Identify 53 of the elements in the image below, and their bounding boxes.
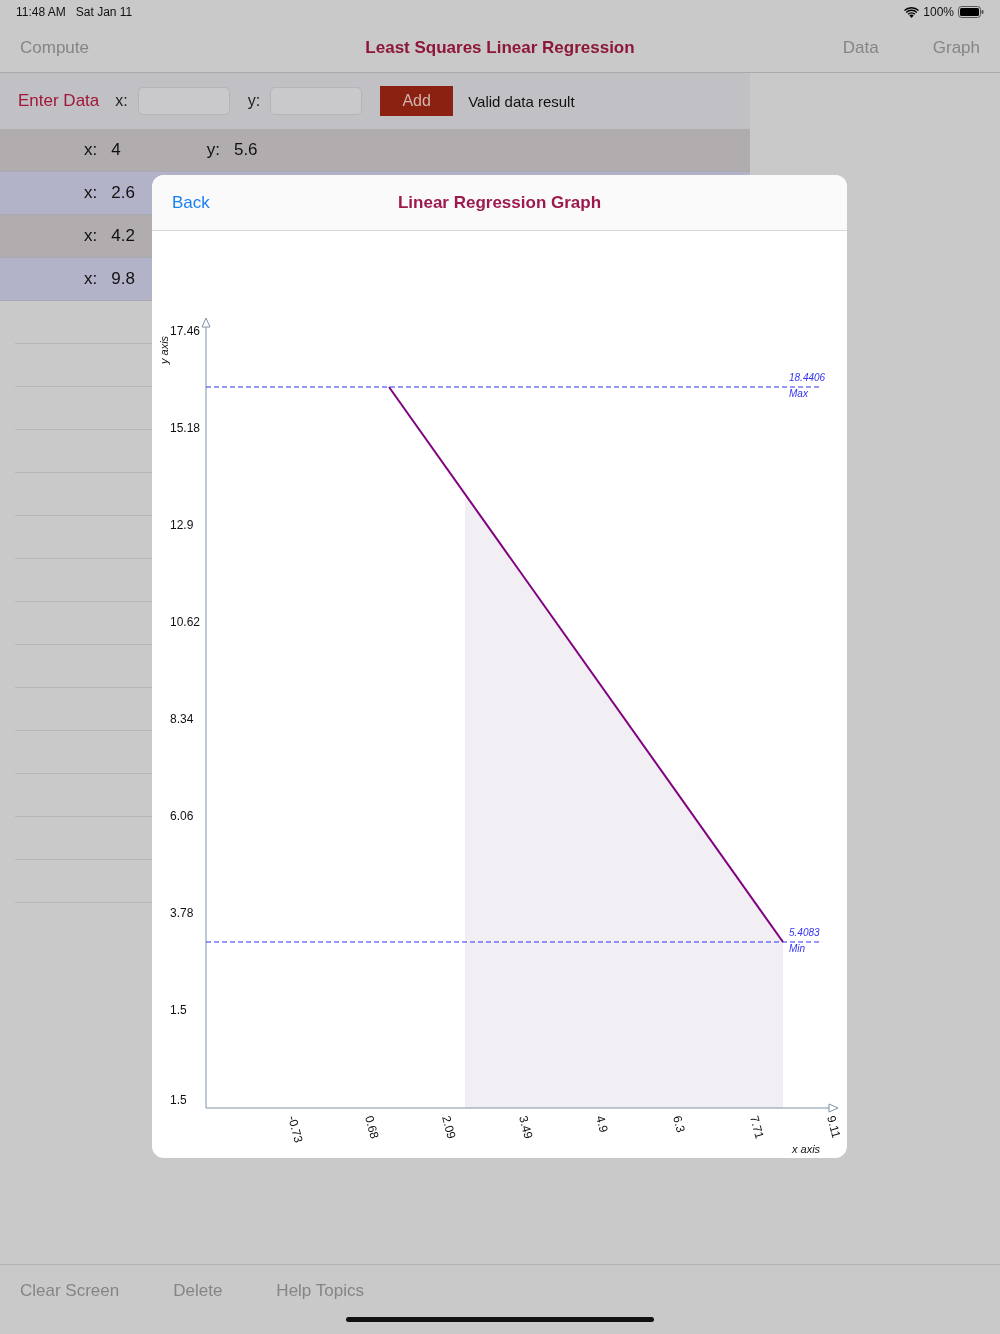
status-message: Valid data result	[468, 92, 575, 110]
line-value: 5.4083	[789, 927, 820, 938]
battery-percent: 100%	[923, 5, 954, 19]
y-tick-label: 12.9	[170, 518, 194, 532]
y-label: y:	[206, 140, 220, 160]
x-label: x:	[84, 140, 98, 160]
x-label: x:	[84, 269, 98, 289]
status-time: 11:48 AM	[16, 5, 66, 19]
add-button[interactable]: Add	[380, 86, 454, 116]
y-tick-label: 1.5	[170, 1093, 187, 1107]
x-value: 4.2	[111, 226, 135, 246]
x-value: 2.6	[111, 183, 135, 203]
line-label: Max	[789, 388, 808, 399]
enter-data-label: Enter Data	[18, 91, 100, 111]
y-tick-label: 15.18	[170, 421, 201, 435]
y-tick-label: 8.34	[170, 712, 194, 726]
line-label: Min	[789, 943, 806, 954]
x-tick-label: 4.9	[593, 1114, 611, 1134]
status-date: Sat Jan 11	[75, 5, 133, 19]
app-title: Least Squares Linear Regression	[365, 38, 635, 58]
x-label: x:	[84, 183, 98, 203]
x-tick-label: 0.68	[362, 1114, 382, 1141]
dialog-title: Linear Regression Graph	[397, 192, 602, 213]
nav-button[interactable]: Data	[842, 38, 879, 58]
line-value: 18.4406	[789, 372, 826, 383]
x-tick-label: 2.09	[439, 1114, 459, 1141]
back-button[interactable]: Back	[172, 192, 210, 213]
y-label: y:	[247, 92, 261, 110]
y-value: 5.6	[233, 140, 258, 160]
toolbar-button[interactable]: Help Topics	[276, 1281, 364, 1301]
y-tick-label: 6.06	[170, 809, 194, 823]
compute-button[interactable]: Compute	[20, 38, 89, 58]
x-tick-label: 7.71	[747, 1114, 767, 1141]
y-tick-label: 1.5	[170, 1003, 187, 1017]
x-value: 4	[111, 140, 121, 160]
x-tick-label: 9.11	[824, 1114, 844, 1140]
toolbar-button[interactable]: Clear Screen	[20, 1281, 120, 1301]
data-row[interactable]: x: 4 y: 5.6	[0, 129, 750, 172]
wifi-icon	[904, 6, 920, 18]
x-label: x:	[84, 226, 98, 246]
x-tick-label: 3.49	[516, 1114, 536, 1141]
y-tick-label: 10.62	[170, 615, 201, 629]
battery-icon	[958, 6, 984, 18]
x-label: x:	[115, 92, 128, 110]
x-axis-title: x axis	[792, 1143, 821, 1155]
x-value: 9.8	[111, 269, 135, 289]
nav-button[interactable]: Graph	[932, 38, 980, 58]
y-tick-label: 3.78	[170, 906, 194, 920]
toolbar-button[interactable]: Delete	[173, 1281, 223, 1301]
x-tick-label: -0.73	[285, 1114, 306, 1145]
y-axis-title: y axis	[158, 335, 170, 364]
x-tick-label: 6.3	[670, 1114, 688, 1134]
y-tick-label: 17.46	[170, 324, 201, 338]
